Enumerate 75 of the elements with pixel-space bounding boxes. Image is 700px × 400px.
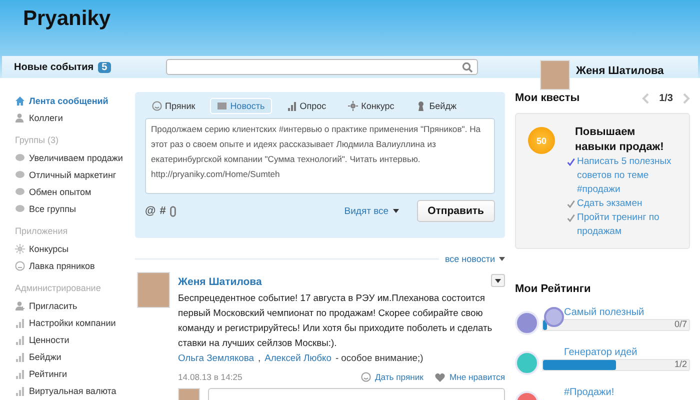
section-title: Мои квесты — [515, 92, 580, 104]
post-text-field[interactable]: Продолжаем серию клиентских #интервью о практике применения "Пряников". На этот раз о своем опыте и идеях рассказывает Людмила Валиуллина из екатеринбургской компании "Сумма технологий". Читать интервью. http://pryaniky.com/Home/Sumteh — [145, 118, 495, 194]
sidebar-item[interactable]: Обмен опытом — [29, 186, 92, 196]
events-link[interactable]: Новые события — [14, 62, 94, 72]
caret-icon — [495, 278, 501, 282]
bars-icon — [15, 352, 25, 362]
user-name[interactable]: Женя Шатилова — [576, 65, 664, 77]
page-counter: 1/3 — [659, 92, 673, 104]
smiley-icon — [360, 372, 371, 382]
events-count: 5 — [98, 62, 112, 72]
post-type-tab[interactable]: Пряник — [145, 98, 202, 114]
section-heading: Группы (3) — [15, 134, 60, 147]
rating-link[interactable]: Самый полезный — [542, 307, 690, 318]
section-title: Мои Рейтинги — [515, 283, 592, 295]
post-text: Беспрецедентное событие! 17 августа в РЭУ им.Плеханова состоится первый Московский чемпионат по продажам! Скорее собирайте свою команду и регистрируйтесь! Или хотя бы приходите поболеть и сделать ставки на лучших сейлзов Москвы:). — [178, 291, 494, 350]
sidebar-item[interactable]: Увеличиваем продажи — [29, 152, 123, 162]
give-gift-link[interactable]: Дать пряник — [360, 372, 424, 382]
separator-text: , — [258, 351, 261, 365]
smiley-icon — [152, 101, 162, 111]
bars-icon — [15, 334, 25, 344]
bars-icon — [286, 101, 297, 111]
mention-note: - особое внимание;) — [335, 351, 424, 365]
insert-tool-button[interactable]: @ — [145, 205, 156, 217]
quest-title: Повышаем навыки продаж! — [575, 125, 665, 155]
section-heading: Приложения — [15, 225, 69, 238]
post-type-tab[interactable]: Новость — [210, 98, 272, 114]
sidebar-item[interactable]: Отличный маркетинг — [29, 170, 116, 180]
person-plus-icon — [15, 300, 25, 310]
post-date: 14.08.13 в 14:25 — [178, 372, 242, 382]
section-heading: Администрирование — [15, 282, 102, 295]
sidebar-item[interactable]: Рейтинги — [29, 368, 68, 378]
mention-link[interactable]: Алексей Любко — [264, 350, 332, 365]
sidebar-item[interactable]: Лавка пряников — [29, 260, 95, 270]
post-type-tab[interactable]: Конкурс — [341, 98, 402, 114]
avatar-placeholder[interactable] — [540, 60, 570, 90]
logo-text: Pryaniky — [22, 6, 112, 31]
search-icon — [462, 62, 473, 72]
like-link[interactable]: Мне нравится — [435, 372, 505, 382]
sun-icon — [348, 101, 358, 111]
points-badge: 50 — [528, 127, 555, 154]
visibility-dropdown[interactable]: Видят все — [344, 206, 399, 216]
sidebar-item[interactable]: Пригласить — [29, 300, 78, 310]
rating-link[interactable]: Генератор идей — [542, 347, 690, 358]
sidebar-item[interactable]: Ценности — [29, 334, 70, 344]
insert-tool-button[interactable]: # — [160, 205, 166, 217]
person-icon — [15, 112, 25, 122]
sidebar-item[interactable]: Настройки компании — [29, 318, 116, 328]
person-icon — [416, 101, 426, 111]
newspaper-icon — [217, 101, 228, 111]
avatar-placeholder[interactable] — [137, 272, 170, 308]
sun-icon — [15, 244, 25, 254]
search-field[interactable] — [166, 59, 478, 75]
progress-reading: 0/7 — [674, 319, 687, 329]
post-menu-button[interactable] — [491, 274, 505, 286]
sidebar-item[interactable]: Бейджи — [29, 352, 62, 362]
caret-icon — [392, 208, 399, 213]
sidebar-item[interactable]: Коллеги — [29, 112, 63, 122]
thumbs-up-icon — [544, 307, 564, 327]
bars-icon — [15, 368, 25, 378]
bars-icon — [15, 318, 25, 328]
smiley-icon — [15, 260, 25, 270]
heart-icon — [435, 372, 446, 382]
author-link[interactable]: Женя Шатилова — [178, 276, 262, 288]
sidebar-item[interactable]: Конкурсы — [29, 244, 69, 254]
caret-icon — [499, 257, 505, 261]
sidebar-item[interactable]: Виртуальная валюта — [29, 386, 116, 396]
sidebar-item[interactable]: Все группы — [29, 204, 76, 214]
mention-link[interactable]: Ольга Землякова — [178, 350, 254, 365]
post-type-tab[interactable]: Опрос — [280, 98, 334, 114]
send-button[interactable]: Отправить — [416, 200, 495, 222]
house-icon — [15, 96, 25, 106]
post-type-tab[interactable]: Бейдж — [409, 98, 464, 114]
bars-icon — [15, 386, 25, 396]
sidebar-item[interactable]: Лента сообщений — [29, 96, 108, 106]
progress-reading: 1/2 — [674, 359, 687, 369]
